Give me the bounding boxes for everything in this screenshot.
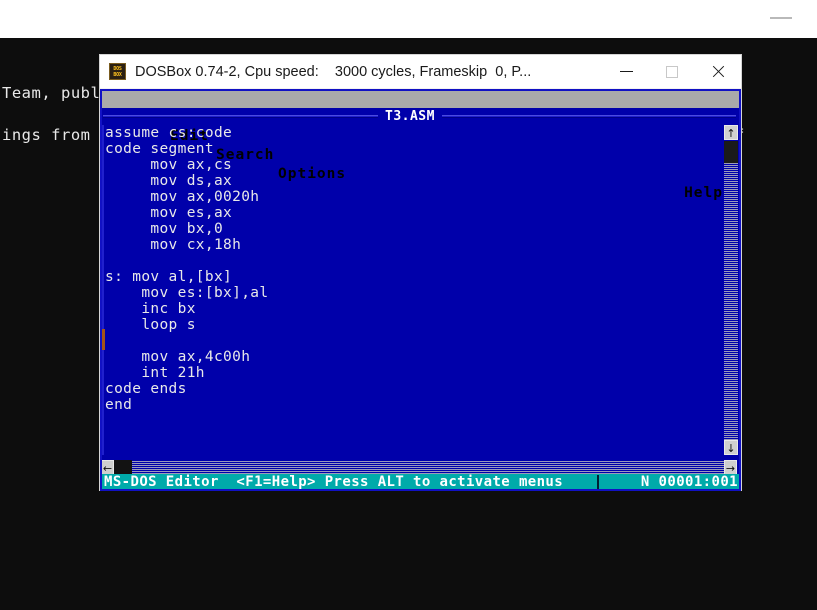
dos-screen[interactable]: File Edit Search Options Help T3.ASM ass…: [100, 89, 741, 491]
document-title-tab: T3.ASM: [378, 109, 442, 124]
code-line[interactable]: end: [100, 397, 741, 413]
offscreen-minimize-icon[interactable]: [770, 17, 792, 19]
window-title: DOSBox 0.74-2, Cpu speed: 3000 cycles, F…: [135, 63, 532, 80]
status-divider: [597, 475, 599, 490]
scroll-up-icon[interactable]: ↑: [724, 125, 738, 140]
code-line[interactable]: s: mov al,[bx]: [100, 269, 741, 285]
code-line[interactable]: mov bx,0: [100, 221, 741, 237]
code-line[interactable]: mov cx,18h: [100, 237, 741, 253]
dosbox-window[interactable]: DOS BOX DOSBox 0.74-2, Cpu speed: 3000 c…: [100, 55, 741, 491]
code-line[interactable]: mov ds,ax: [100, 173, 741, 189]
background-text-line-2: ings from: [2, 126, 91, 144]
code-line[interactable]: code segment: [100, 141, 741, 157]
dosbox-icon: DOS BOX: [109, 63, 126, 80]
editor-code-area[interactable]: assume cs:code code segment mov ax,cs mov…: [100, 125, 741, 455]
window-titlebar[interactable]: DOS BOX DOSBox 0.74-2, Cpu speed: 3000 c…: [100, 55, 741, 89]
status-hint-text: MS-DOS Editor <F1=Help> Press ALT to act…: [104, 474, 564, 490]
editor-menubar[interactable]: File Edit Search Options Help: [100, 89, 741, 201]
code-line[interactable]: mov ax,4c00h: [100, 349, 741, 365]
maximize-button[interactable]: [649, 55, 695, 88]
vertical-scrollbar[interactable]: ↑ ↓: [724, 125, 738, 455]
code-line[interactable]: [100, 333, 741, 349]
scroll-left-icon[interactable]: ←: [101, 460, 114, 475]
status-cursor-position: N 00001:001: [640, 474, 738, 490]
code-line[interactable]: mov es,ax: [100, 205, 741, 221]
maximize-icon: [666, 65, 678, 78]
screen-top-strip: [0, 0, 817, 38]
horizontal-scrollbar-thumb[interactable]: [114, 460, 132, 475]
close-button[interactable]: [695, 55, 741, 88]
code-line[interactable]: int 21h: [100, 365, 741, 381]
code-line[interactable]: [100, 253, 741, 269]
horizontal-scrollbar[interactable]: ← →: [101, 460, 737, 475]
editor-document-title-row: T3.ASM: [100, 108, 741, 125]
code-line[interactable]: assume cs:code: [100, 125, 741, 141]
minimize-icon: [619, 71, 633, 72]
code-line[interactable]: loop s: [100, 317, 741, 333]
close-icon: [711, 64, 726, 79]
scroll-down-icon[interactable]: ↓: [724, 440, 738, 455]
code-line[interactable]: mov es:[bx],al: [100, 285, 741, 301]
editor-statusbar: MS-DOS Editor <F1=Help> Press ALT to act…: [100, 474, 741, 491]
code-line[interactable]: mov ax,0020h: [100, 189, 741, 205]
code-line[interactable]: inc bx: [100, 301, 741, 317]
scroll-right-icon[interactable]: →: [724, 460, 737, 475]
code-line[interactable]: mov ax,cs: [100, 157, 741, 173]
vertical-scrollbar-thumb[interactable]: [724, 141, 738, 163]
minimize-button[interactable]: [603, 55, 649, 88]
code-line[interactable]: code ends: [100, 381, 741, 397]
dosbox-icon-text-bottom: BOX: [113, 71, 122, 78]
